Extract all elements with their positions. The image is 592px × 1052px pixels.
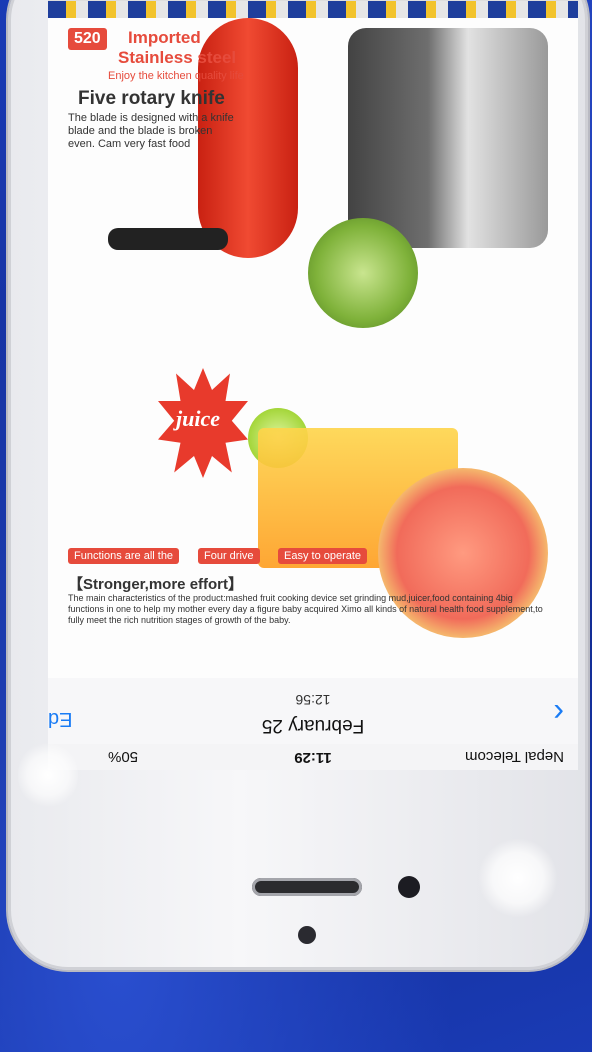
cabbage-image xyxy=(308,218,418,328)
back-chevron-icon[interactable]: ‹ xyxy=(553,695,564,732)
product-description: The main characteristics of the product:… xyxy=(68,593,543,625)
front-camera xyxy=(398,876,420,898)
proximity-sensor xyxy=(298,926,316,944)
tag-four-drive: Four drive xyxy=(198,548,260,564)
knife-description: The blade is designed with a knife blade… xyxy=(68,112,234,150)
thumbnail-strip xyxy=(48,0,578,18)
photo-navbar: ‹ February 25 12:56 Edit xyxy=(48,677,578,744)
status-time: 11:29 xyxy=(294,749,332,766)
tag-functions: Functions are all the xyxy=(68,548,180,564)
carrier-name: Nepal Telecom xyxy=(465,748,564,765)
headline-steel: Stainless steel xyxy=(118,48,237,67)
photo-toolbar: ⇡ ♡ ▦ xyxy=(48,0,578,1)
juice-starburst: juice xyxy=(158,368,248,478)
juice-label: juice xyxy=(176,406,220,431)
crank-handle-image xyxy=(108,228,228,250)
stronger-heading: 【Stronger,more effort】 xyxy=(68,576,244,593)
photo-time: 12:56 xyxy=(295,692,331,708)
edit-button[interactable]: Edit xyxy=(48,707,72,730)
photo-view[interactable]: juice 520 Imported Stainless steel Enjoy… xyxy=(48,0,578,678)
battery-level: 50% xyxy=(108,748,139,765)
tag-easy: Easy to operate xyxy=(278,548,368,564)
phone-screen: Nepal Telecom 11:29 50% ‹ February 25 12… xyxy=(48,0,578,770)
phone-body: Nepal Telecom 11:29 50% ‹ February 25 12… xyxy=(8,0,588,970)
light-glare xyxy=(478,838,558,918)
earpiece-speaker xyxy=(252,878,362,896)
status-bar: Nepal Telecom 11:29 50% xyxy=(48,744,578,770)
badge-number: 520 xyxy=(68,28,107,50)
knife-title: Five rotary knife xyxy=(78,88,225,109)
chopper-bowl-image xyxy=(348,28,548,248)
light-glare xyxy=(18,740,78,810)
headline-sub: Enjoy the kitchen quality life xyxy=(108,70,244,82)
photo-date: February 25 xyxy=(261,715,365,736)
headline-imported: Imported xyxy=(128,28,201,47)
poster: juice 520 Imported Stainless steel Enjoy… xyxy=(48,0,578,678)
